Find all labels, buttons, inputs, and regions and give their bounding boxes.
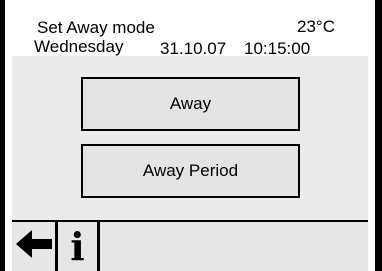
back-button[interactable] — [12, 222, 58, 271]
time-label: 10:15:00 — [244, 39, 311, 58]
away-period-button-label: Away Period — [142, 161, 239, 180]
away-button-label: Away — [169, 94, 212, 113]
info-icon: i — [70, 223, 85, 269]
status-header: Set Away mode 23°C Wednesday 31.10.07 10… — [12, 0, 368, 58]
mode-title: Set Away mode — [37, 18, 155, 37]
info-button[interactable]: i — [58, 222, 100, 271]
date-label: 31.10.07 — [160, 39, 227, 58]
arrow-left-icon — [15, 230, 52, 263]
right-border — [375, 0, 382, 271]
away-button[interactable]: Away — [81, 77, 300, 131]
temperature-readout: 23°C — [297, 17, 335, 36]
away-period-button[interactable]: Away Period — [81, 144, 300, 198]
weekday-label: Wednesday — [34, 37, 124, 56]
left-border — [0, 0, 5, 271]
device-screen: Set Away mode 23°C Wednesday 31.10.07 10… — [0, 0, 382, 271]
